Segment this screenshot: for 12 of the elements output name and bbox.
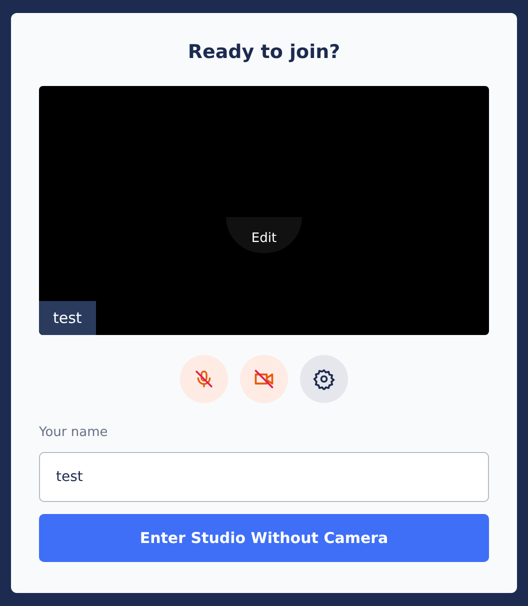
name-input[interactable]: test bbox=[39, 452, 489, 502]
edit-button[interactable]: Edit bbox=[226, 217, 302, 253]
camera-icon bbox=[253, 368, 275, 390]
enter-studio-button[interactable]: Enter Studio Without Camera bbox=[39, 514, 489, 562]
microphone-toggle[interactable] bbox=[180, 355, 228, 403]
name-tag: test bbox=[39, 301, 96, 335]
settings-icon bbox=[313, 368, 335, 390]
dialog-title: Ready to join? bbox=[186, 40, 342, 65]
microphone-icon bbox=[194, 369, 214, 389]
settings-button[interactable] bbox=[300, 355, 348, 403]
name-label: Your name bbox=[39, 425, 109, 440]
camera-toggle[interactable] bbox=[240, 355, 288, 403]
